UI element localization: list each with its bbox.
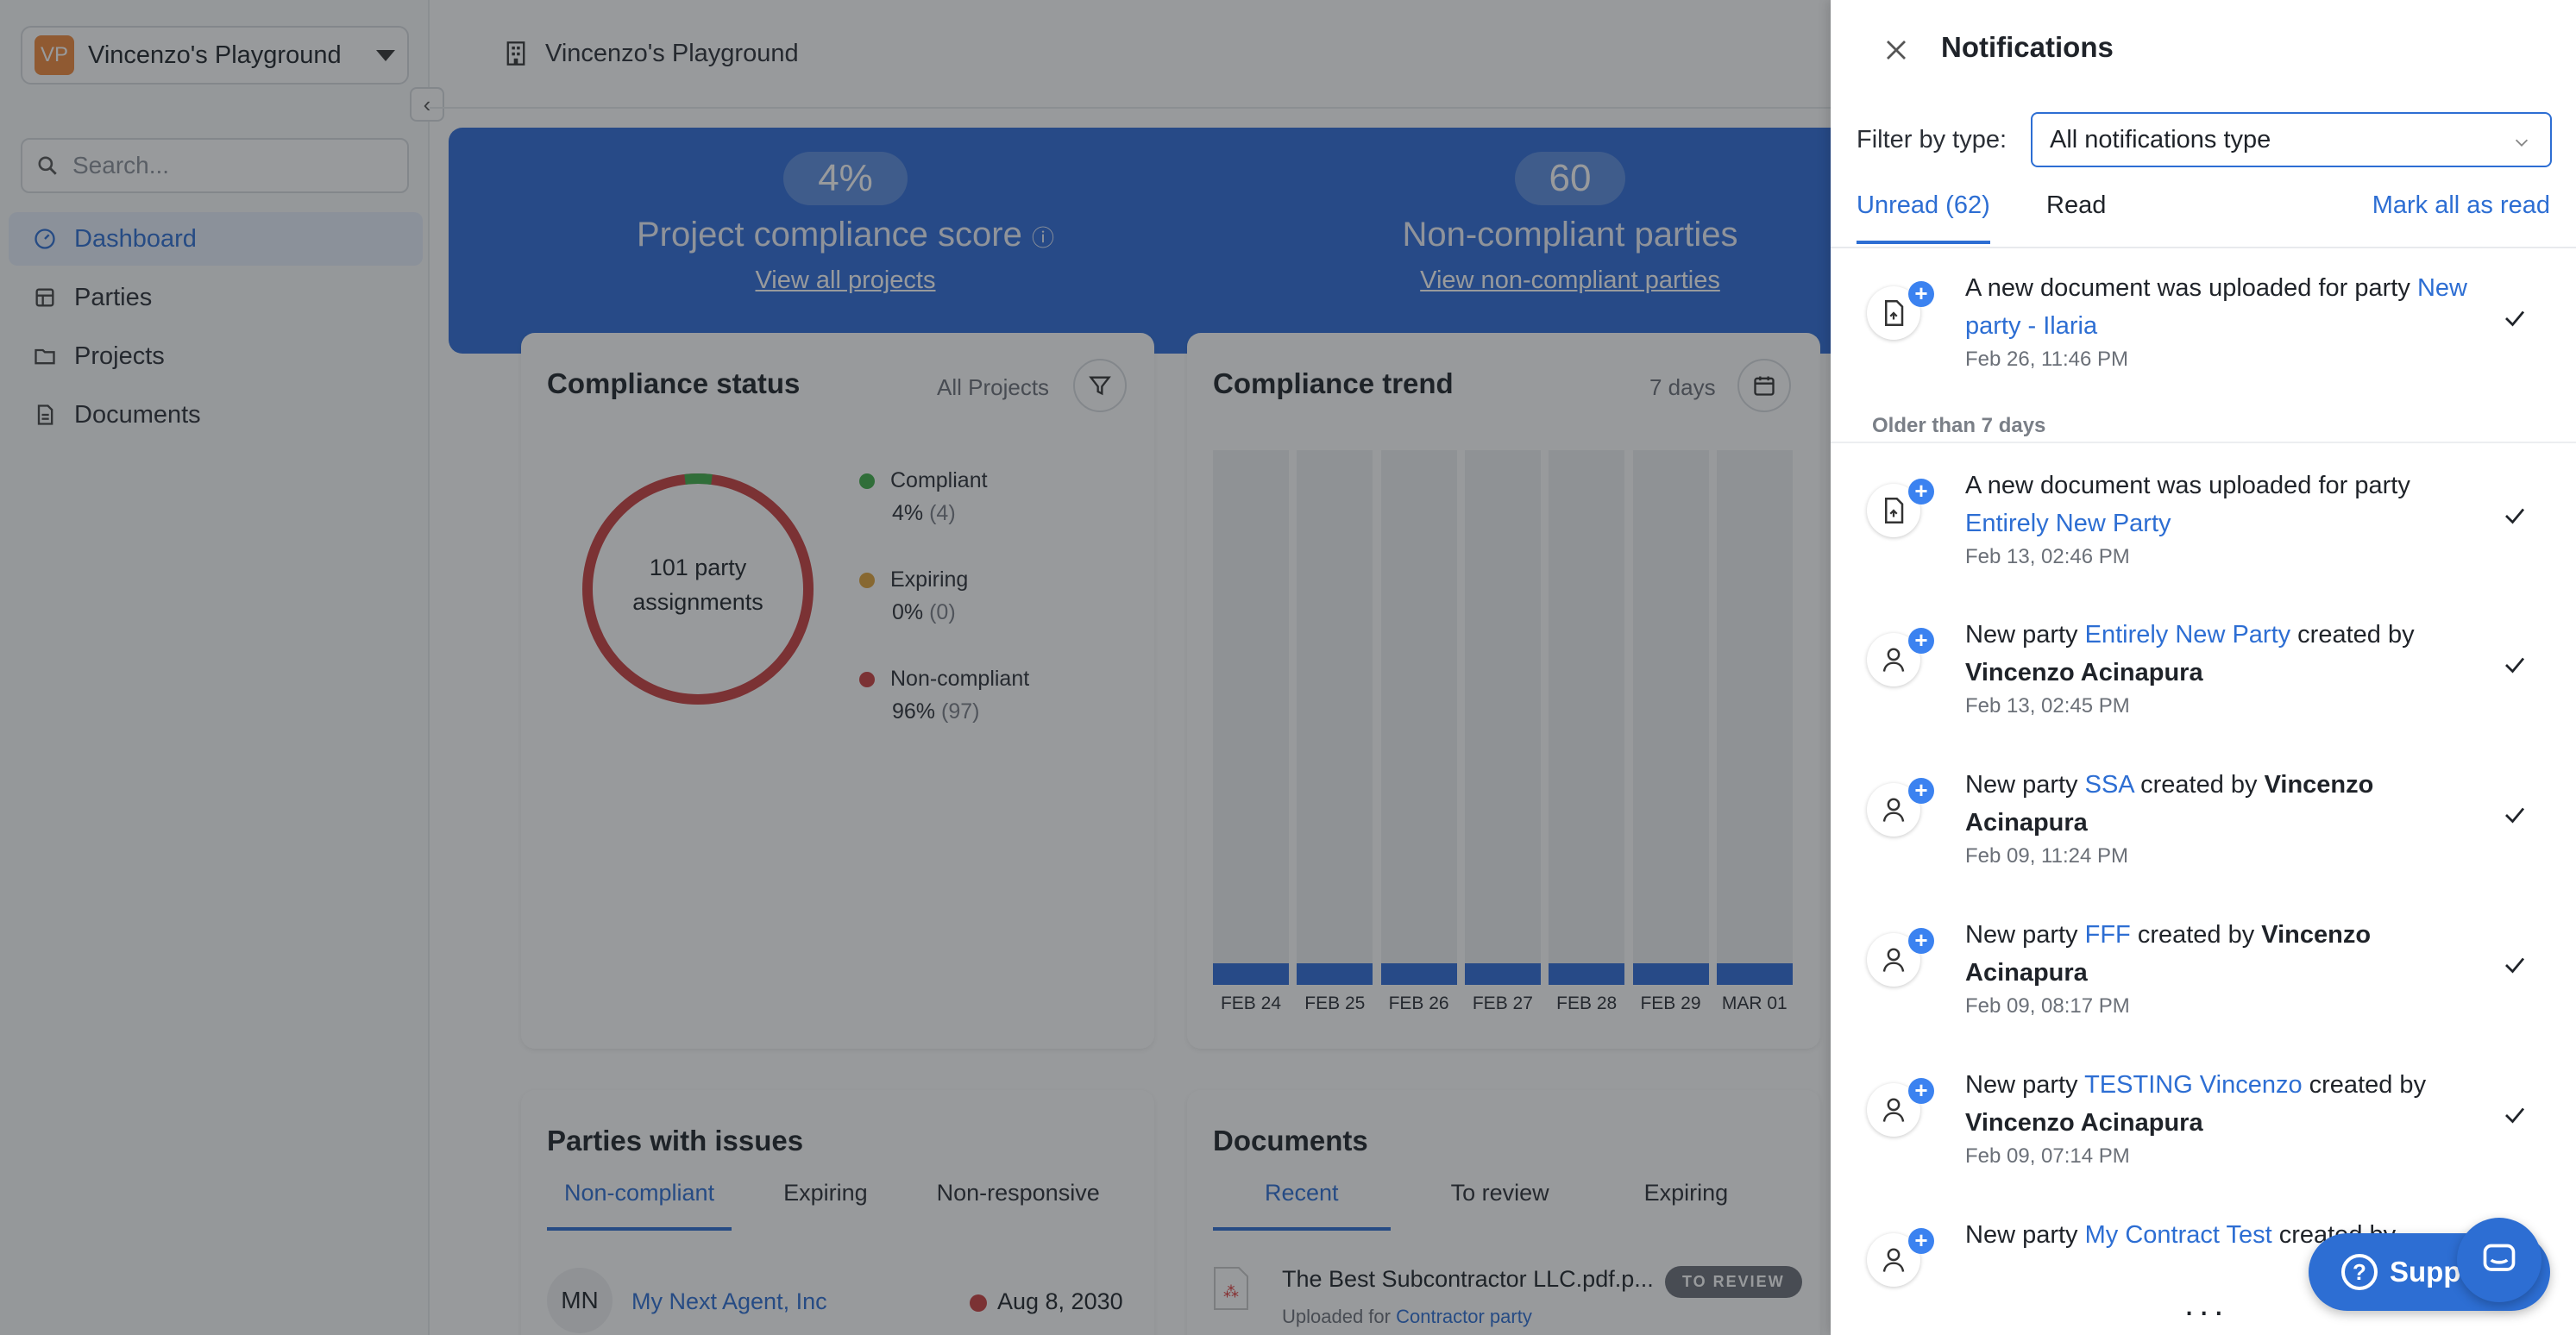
mark-read-check-icon[interactable] (2502, 503, 2528, 529)
notification-item[interactable]: + New party TESTING Vincenzo created by V… (1831, 1061, 2576, 1207)
party-link[interactable]: FFF (2085, 921, 2131, 949)
party-link[interactable]: Entirely New Party (2085, 621, 2291, 649)
divider (1831, 442, 2576, 443)
plus-badge-icon: + (1908, 628, 1934, 654)
party-link[interactable]: SSA (2085, 771, 2133, 799)
notification-text: New party SSA created by Vincenzo Acinap… (1965, 766, 2483, 871)
support-label: Supp (2390, 1256, 2461, 1288)
user-icon (1882, 648, 1905, 672)
notification-type-select[interactable]: All notifications type (2031, 112, 2552, 167)
notification-text: New party Entirely New Party created by … (1965, 616, 2483, 721)
select-value: All notifications type (2050, 125, 2271, 154)
help-icon: ? (2341, 1254, 2378, 1290)
older-section-label: Older than 7 days (1872, 414, 2046, 437)
modal-overlay[interactable] (0, 0, 1831, 1335)
mark-read-check-icon[interactable] (2502, 802, 2528, 828)
user-icon (1882, 798, 1905, 822)
close-icon (1887, 41, 1906, 60)
tab-unread[interactable]: Unread (62) (1857, 191, 1990, 244)
party-link[interactable]: Entirely New Party (1965, 510, 2171, 537)
mark-all-read-link[interactable]: Mark all as read (2372, 191, 2550, 220)
divider (1831, 247, 2576, 248)
notification-item[interactable]: + New party SSA created by Vincenzo Acina… (1831, 761, 2576, 907)
notification-time: Feb 09, 07:14 PM (1965, 1144, 2130, 1168)
notification-text: A new document was uploaded for party Ne… (1965, 269, 2483, 374)
document-icon (1885, 498, 1904, 523)
user-icon (1882, 948, 1905, 972)
notification-time: Feb 13, 02:46 PM (1965, 545, 2130, 568)
plus-badge-icon: + (1908, 1228, 1934, 1254)
document-icon (1885, 300, 1904, 326)
chat-icon (2483, 1244, 2516, 1271)
notification-text: New party FFF created by Vincenzo Acinap… (1965, 916, 2483, 1021)
mark-read-check-icon[interactable] (2502, 305, 2528, 331)
close-button[interactable] (1879, 33, 1913, 67)
party-link[interactable]: TESTING Vincenzo (2084, 1071, 2303, 1099)
notification-item[interactable]: + A new document was uploaded for party N… (1831, 264, 2576, 411)
plus-badge-icon: + (1908, 778, 1934, 804)
notification-time: Feb 26, 11:46 PM (1965, 348, 2128, 371)
chat-launcher-button[interactable] (2457, 1218, 2541, 1302)
mark-read-check-icon[interactable] (2502, 952, 2528, 978)
more-indicator: ... (2184, 1285, 2229, 1323)
mark-read-check-icon[interactable] (2502, 652, 2528, 678)
notification-item[interactable]: + A new document was uploaded for party E… (1831, 461, 2576, 608)
notification-tabs: Unread (62) Read Mark all as read (1857, 191, 2550, 248)
notification-item[interactable]: + New party Entirely New Party created by… (1831, 611, 2576, 757)
party-link[interactable]: My Contract Test (2085, 1221, 2272, 1249)
notification-item[interactable]: + New party FFF created by Vincenzo Acina… (1831, 911, 2576, 1057)
plus-badge-icon: + (1908, 928, 1934, 954)
mark-read-check-icon[interactable] (2502, 1102, 2528, 1128)
plus-badge-icon: + (1908, 479, 1934, 505)
notification-time: Feb 09, 08:17 PM (1965, 994, 2130, 1018)
notification-text: New party TESTING Vincenzo created by Vi… (1965, 1066, 2483, 1171)
notifications-drawer: Notifications Filter by type: All notifi… (1831, 0, 2576, 1335)
drawer-title: Notifications (1941, 31, 2114, 63)
notification-time: Feb 13, 02:45 PM (1965, 694, 2130, 718)
notification-time: Feb 09, 11:24 PM (1965, 844, 2128, 868)
user-icon (1882, 1098, 1905, 1122)
chevron-down-icon (2515, 139, 2529, 147)
plus-badge-icon: + (1908, 1078, 1934, 1104)
filter-label: Filter by type: (1857, 126, 2007, 154)
tab-read[interactable]: Read (2046, 191, 2106, 241)
notification-text: A new document was uploaded for party En… (1965, 467, 2483, 572)
user-icon (1882, 1248, 1905, 1272)
plus-badge-icon: + (1908, 281, 1934, 307)
